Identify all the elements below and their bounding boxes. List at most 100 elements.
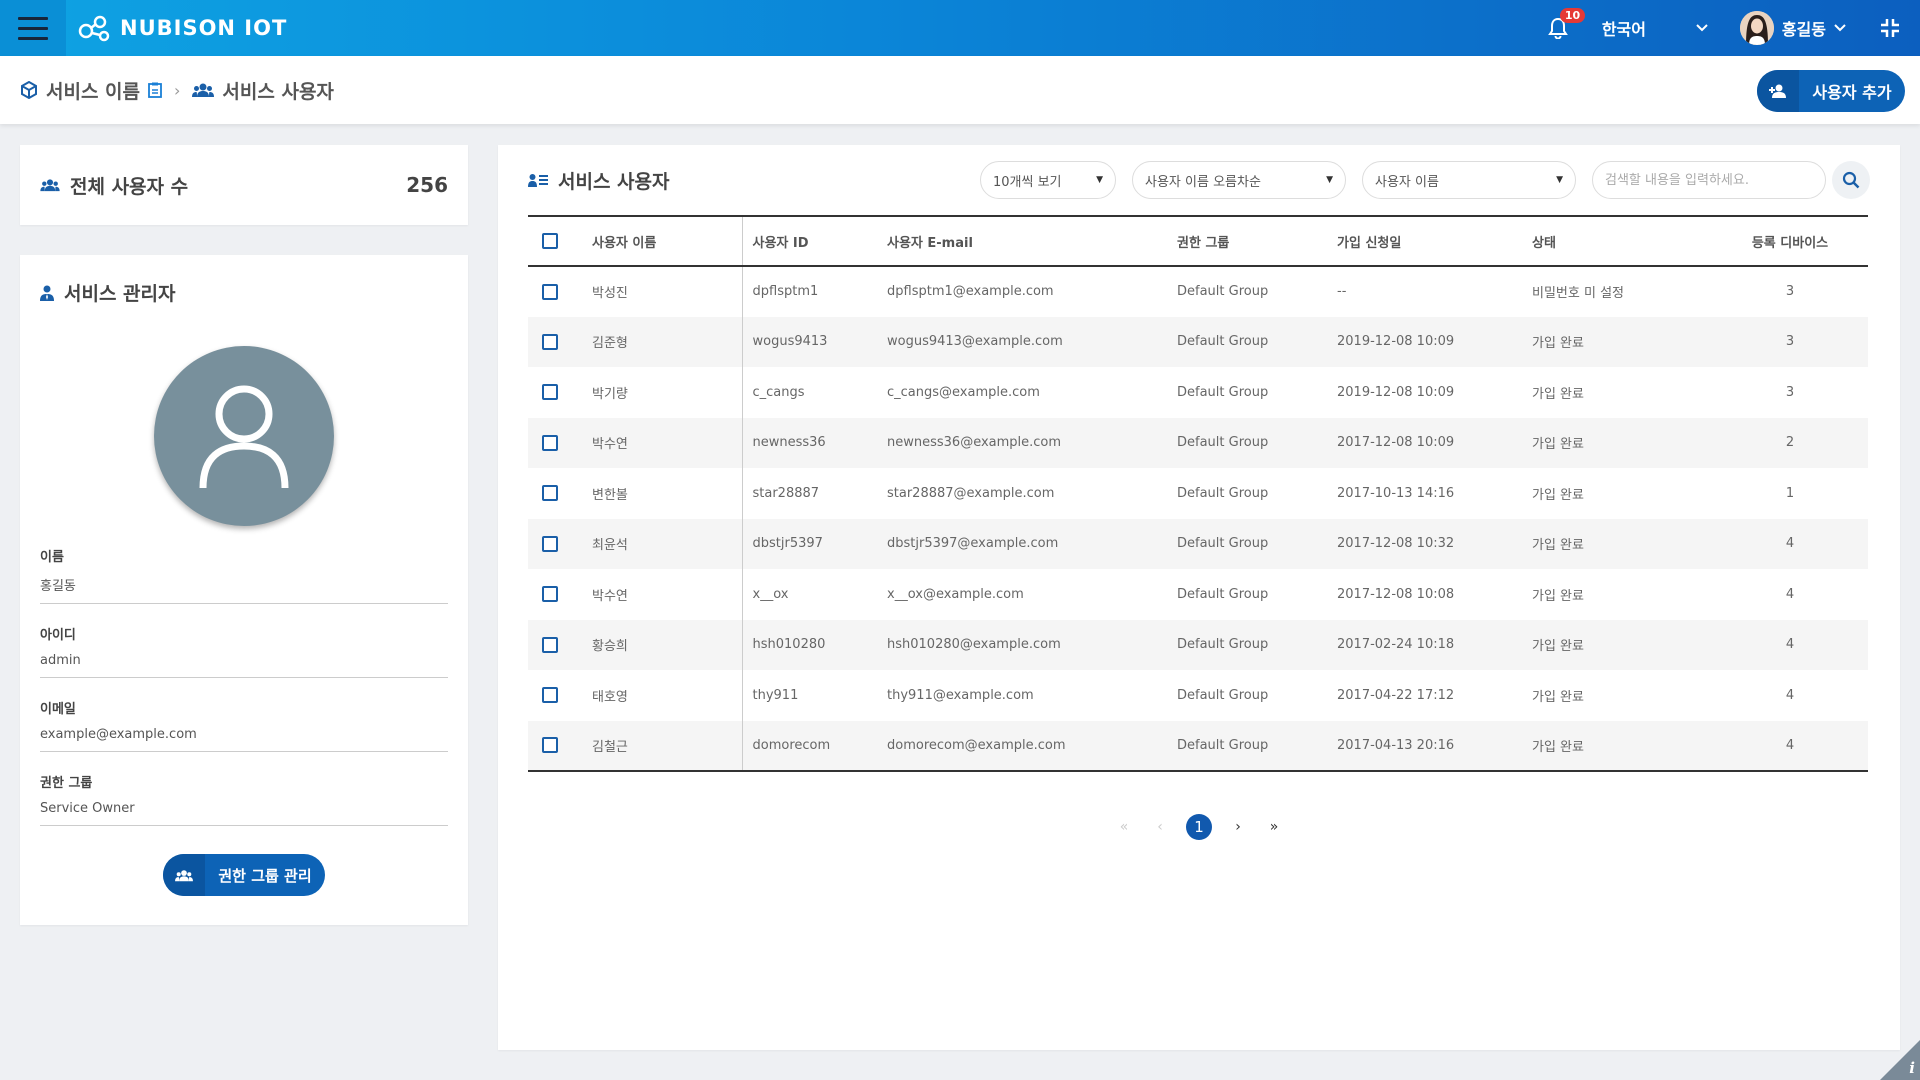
join-date-cell: -- [1337,284,1347,300]
breadcrumb-service[interactable]: 서비스 이름 [20,77,162,104]
status-cell: 가입 완료 [1532,336,1584,352]
table-row[interactable]: 태호영 thy911 thy911@example.com Default Group… [528,670,1868,721]
row-checkbox[interactable] [542,636,558,653]
menu-icon-line [18,16,48,20]
search-button[interactable] [1832,161,1870,199]
user-id-cell: newness36 [752,435,826,451]
column-header-group[interactable]: 권한 그룹 [1177,216,1337,266]
users-panel-title: 서비스 사용자 [558,170,670,193]
user-group-cell: Default Group [1177,485,1269,501]
user-group-cell: Default Group [1177,687,1269,703]
manage-role-group-button[interactable]: 권한 그룹 관리 [163,854,325,896]
table-row[interactable]: 변한볼 star28887 star28887@example.com Default… [528,468,1868,519]
join-date-cell: 2017-04-22 17:12 [1337,687,1455,703]
column-header-devices[interactable]: 등록 디바이스 [1712,216,1868,266]
admin-field-value: 홍길동 [40,579,76,594]
table-row[interactable]: 박수연 newness36 newness36@example.com Default… [528,417,1868,468]
device-count-cell: 3 [1785,284,1795,300]
row-checkbox[interactable] [542,434,558,451]
table-row[interactable]: 황승희 hsh010280 hsh010280@example.com Default… [528,619,1868,670]
admin-icon [40,285,54,301]
row-select-cell [528,266,592,317]
user-email-cell: x__ox@example.com [887,586,1024,602]
select-all-cell [528,216,592,266]
column-header-name[interactable]: 사용자 이름 [592,216,743,266]
search-field-select[interactable]: 사용자 이름 ▼ [1362,161,1576,199]
cube-icon [21,81,37,99]
column-header-email[interactable]: 사용자 E-mail [887,216,1177,266]
column-header-date[interactable]: 가입 신청일 [1337,216,1532,266]
column-header-status[interactable]: 상태 [1532,216,1712,266]
join-date-cell: 2017-02-24 10:18 [1337,637,1455,653]
last-page-button[interactable]: » [1264,819,1284,835]
status-cell: 가입 완료 [1532,487,1584,503]
user-name-cell: 황승희 [592,619,743,670]
row-checkbox[interactable] [542,384,558,401]
row-checkbox[interactable] [542,333,558,350]
admin-field-label: 아이디 [40,628,76,643]
table-row[interactable]: 박수연 x__ox x__ox@example.com Default Group 20… [528,569,1868,620]
collapse-button[interactable] [1870,0,1910,56]
device-count-cell: 4 [1785,687,1795,703]
logo-text: NUBISON IOT [120,16,288,40]
user-menu[interactable]: 홍길동 [1739,11,1846,45]
manage-role-group-label: 권한 그룹 관리 [218,866,312,885]
row-checkbox[interactable] [542,737,558,754]
add-user-button[interactable]: 사용자 추가 [1757,70,1905,112]
table-row[interactable]: 최윤석 dbstjr5397 dbstjr5397@example.com Defau… [528,518,1868,569]
service-users-panel: 서비스 사용자 10개씩 보기 ▼ 사용자 이름 오름차순 ▼ 사용자 이름 ▼ [498,145,1900,1050]
device-count-cell: 3 [1785,334,1795,350]
admin-field: 이름 홍길동 [40,546,448,604]
breadcrumb-separator: › [174,80,181,100]
table-header-row: 사용자 이름 사용자 ID 사용자 E-mail 권한 그룹 가입 신청일 상태… [528,216,1868,266]
user-group-cell: Default Group [1177,435,1269,451]
search-input[interactable] [1592,161,1826,199]
row-checkbox[interactable] [542,485,558,502]
user-group-cell: Default Group [1177,637,1269,653]
search-icon [1842,171,1860,189]
user-email-cell: dbstjr5397@example.com [887,536,1059,552]
search-field-value: 사용자 이름 [1375,174,1439,190]
row-select-cell [528,721,592,772]
join-date-cell: 2017-04-13 20:16 [1337,737,1455,753]
current-page-button[interactable]: 1 [1186,814,1212,840]
admin-fields: 이름 홍길동 아이디 admin 이메일 example@example.com 권한 그룹… [40,546,448,826]
table-row[interactable]: 박성진 dpflsptm1 dpflsptm1@example.com Default… [528,266,1868,317]
first-page-button[interactable]: « [1114,819,1134,835]
status-cell: 가입 완료 [1532,739,1584,755]
user-id-cell: dpflsptm1 [752,284,819,300]
select-all-checkbox[interactable] [542,233,558,249]
user-email-cell: c_cangs@example.com [887,384,1040,400]
table-row[interactable]: 김철근 domorecom domorecom@example.com Default… [528,720,1868,772]
prev-page-button[interactable]: ‹ [1150,819,1170,835]
row-checkbox[interactable] [542,283,558,300]
row-checkbox[interactable] [542,687,558,704]
menu-button[interactable] [0,0,66,56]
user-name-cell: 박기량 [592,367,743,418]
table-row[interactable]: 박기량 c_cangs c_cangs@example.com Default Gro… [528,367,1868,418]
menu-icon-line [18,36,48,40]
info-icon[interactable]: i [1909,1059,1915,1077]
next-page-button[interactable]: › [1228,819,1248,835]
notifications-button[interactable]: 10 [1538,0,1586,56]
row-checkbox[interactable] [542,535,558,552]
user-group-cell: Default Group [1177,536,1269,552]
device-count-cell: 1 [1785,485,1795,501]
status-cell: 가입 완료 [1532,588,1584,604]
user-name-cell: 박성진 [592,266,743,317]
add-user-label: 사용자 추가 [1812,83,1892,102]
clipboard-icon[interactable] [148,82,162,98]
logo[interactable]: NUBISON IOT [78,13,287,43]
menu-icon-line [18,26,48,30]
user-name-cell: 변한볼 [592,468,743,519]
row-checkbox[interactable] [542,586,558,603]
page-size-select[interactable]: 10개씩 보기 ▼ [980,161,1116,199]
sort-select[interactable]: 사용자 이름 오름차순 ▼ [1132,161,1346,199]
column-header-id[interactable]: 사용자 ID [742,216,887,266]
language-select[interactable]: 한국어 [1602,16,1708,40]
device-count-cell: 4 [1785,536,1795,552]
join-date-cell: 2019-12-08 10:09 [1337,334,1455,350]
user-plus-icon [1757,70,1799,112]
user-id-cell: hsh010280 [752,637,826,653]
table-row[interactable]: 김준형 wogus9413 wogus9413@example.com Default… [528,316,1868,367]
